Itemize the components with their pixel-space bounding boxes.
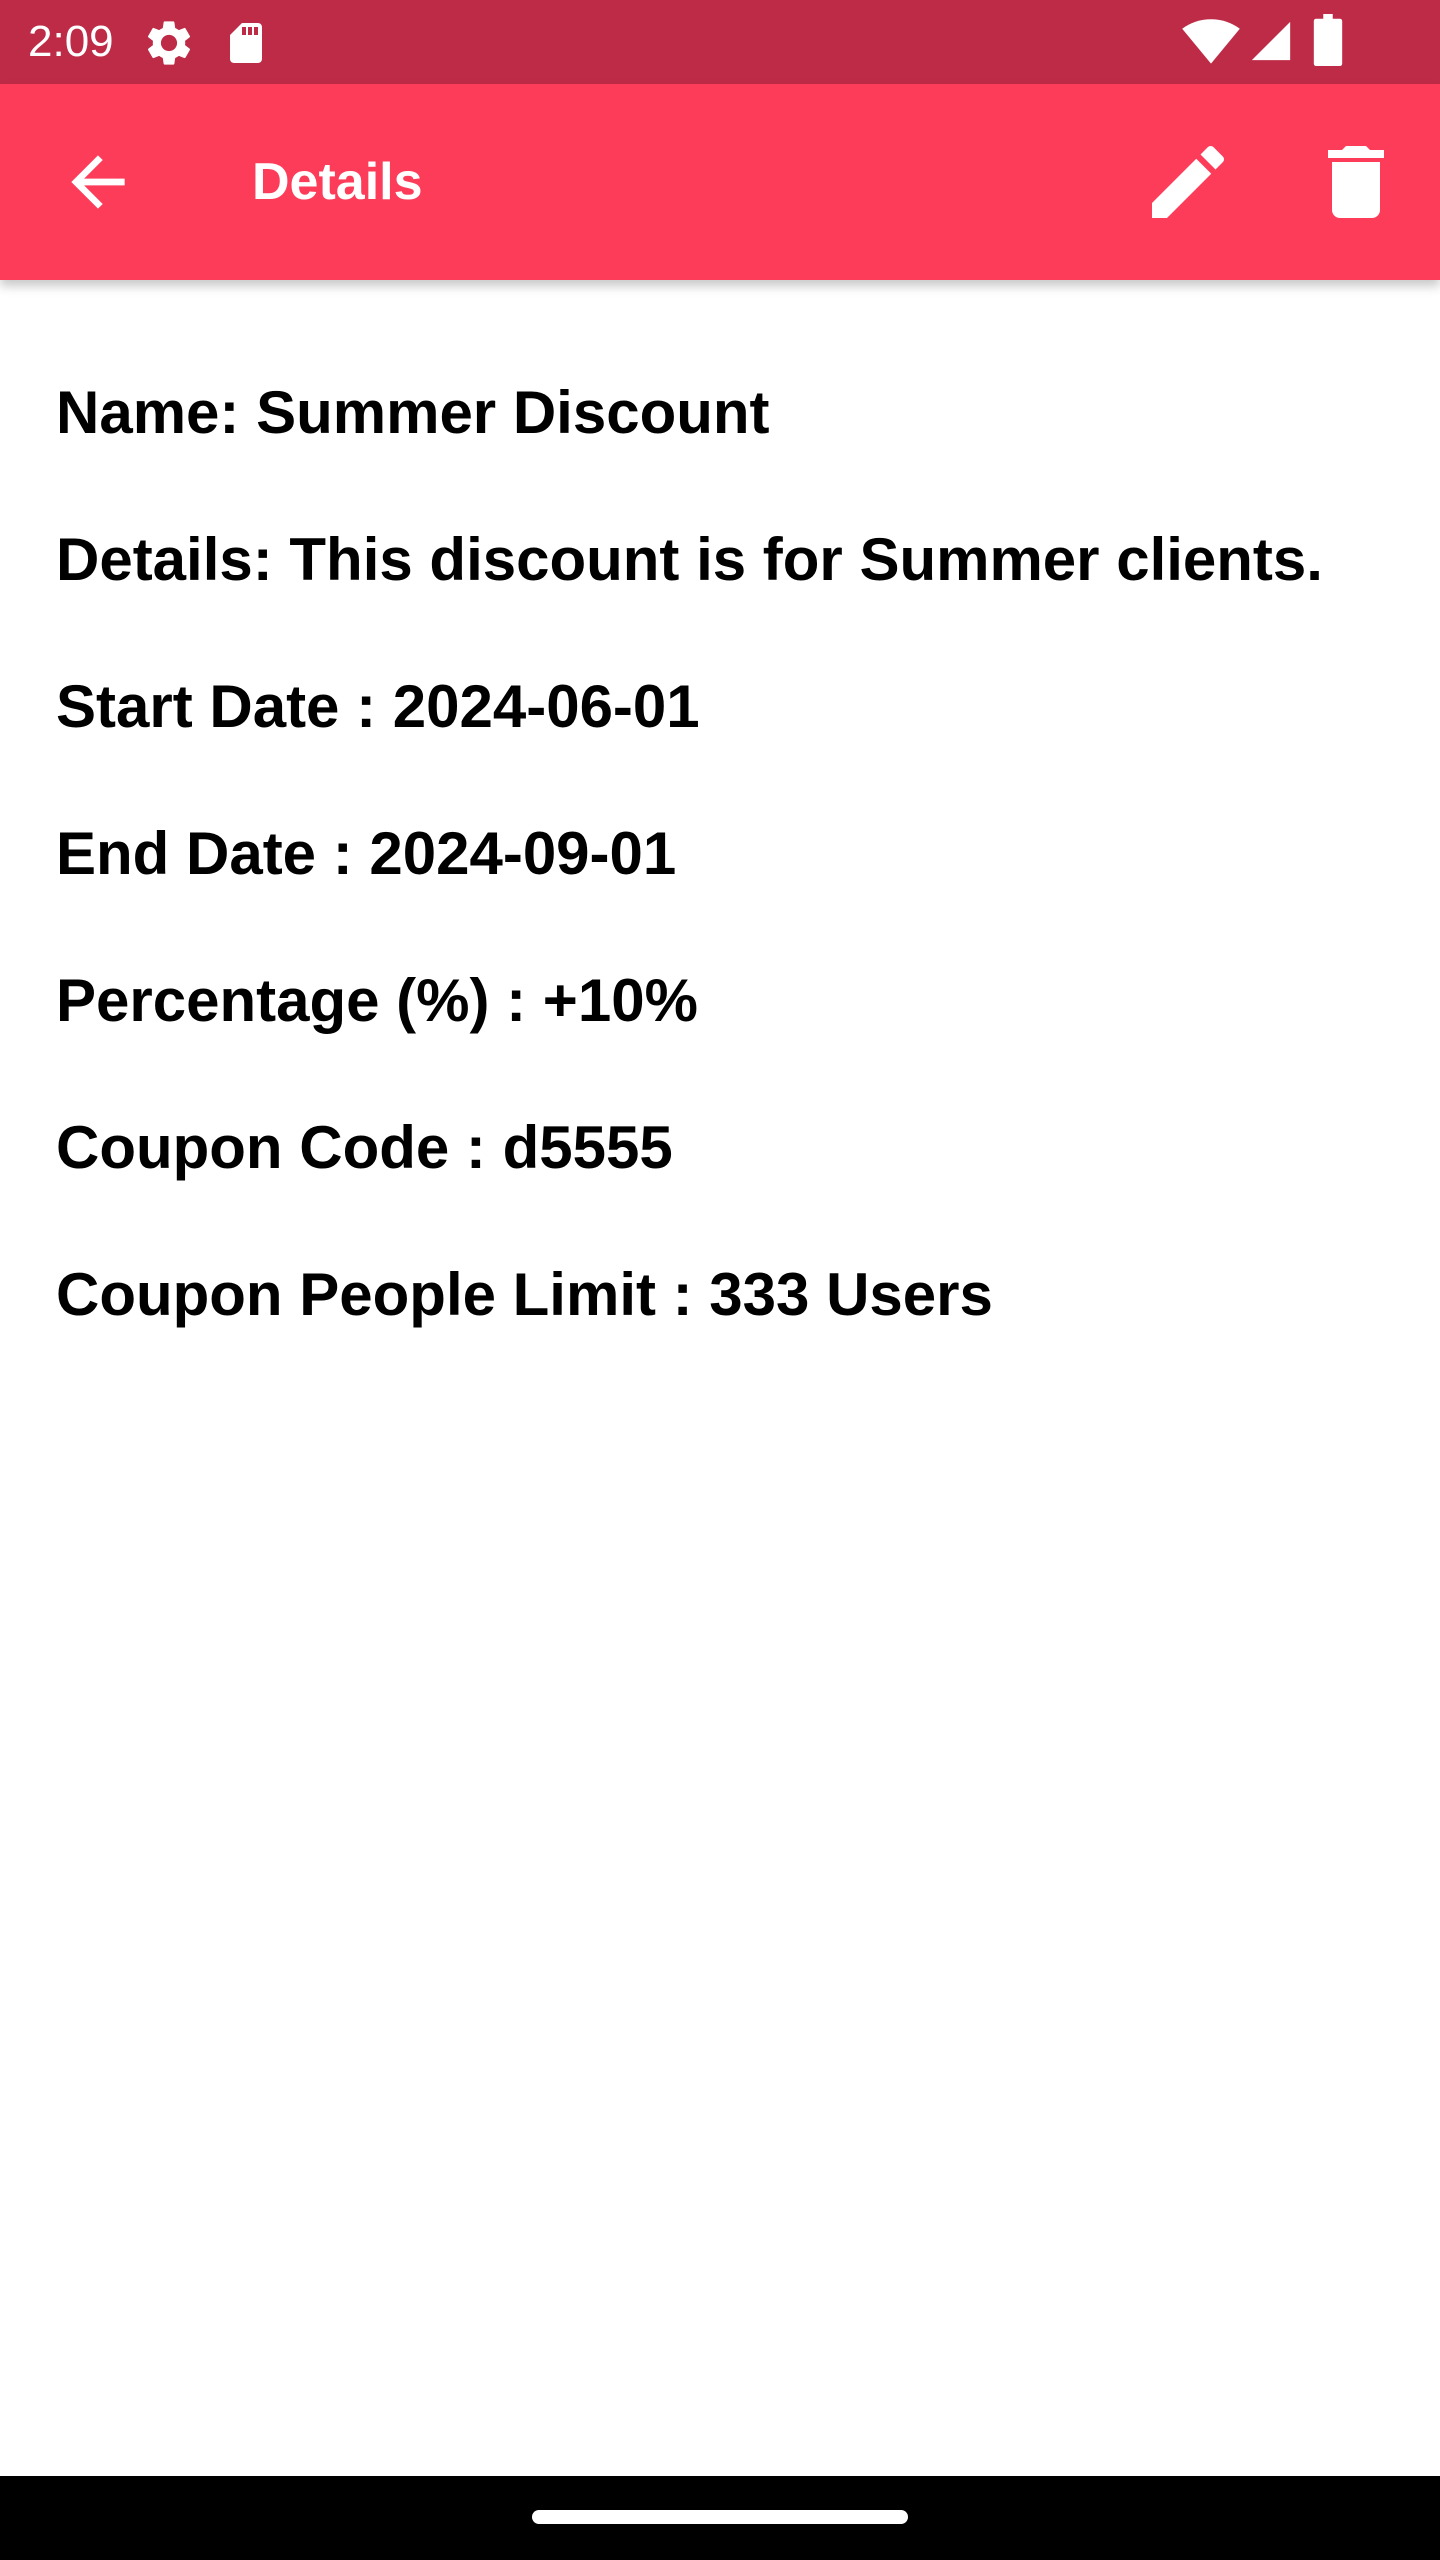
discount-details: Name: Summer Discount Details: This disc… bbox=[56, 368, 1396, 1397]
battery-icon bbox=[1313, 14, 1343, 66]
percentage: Percentage (%) : +10% bbox=[56, 967, 698, 1034]
sd-card-icon bbox=[230, 23, 262, 63]
arrow-back-icon bbox=[71, 155, 125, 209]
status-bar: 2:09 bbox=[0, 0, 1440, 84]
coupon-people-limit: Coupon People Limit : 333 Users bbox=[56, 1261, 993, 1328]
discount-name: Name: Summer Discount bbox=[56, 379, 770, 446]
cellular-signal-icon bbox=[1251, 21, 1291, 61]
system-navigation-bar bbox=[0, 2476, 1440, 2560]
delete-button[interactable] bbox=[1296, 122, 1416, 242]
pencil-icon bbox=[1152, 145, 1225, 218]
edit-button[interactable] bbox=[1128, 122, 1248, 242]
start-date: Start Date : 2024-06-01 bbox=[56, 673, 700, 740]
wifi-icon bbox=[1182, 19, 1240, 64]
settings-gear-icon bbox=[147, 21, 191, 65]
page-title: Details bbox=[252, 153, 423, 211]
status-time: 2:09 bbox=[28, 17, 114, 66]
discount-description: Details: This discount is for Summer cli… bbox=[56, 526, 1323, 593]
coupon-code: Coupon Code : d5555 bbox=[56, 1114, 673, 1181]
end-date: End Date : 2024-09-01 bbox=[56, 820, 677, 887]
home-gesture-handle[interactable] bbox=[532, 2510, 908, 2524]
app-bar: Details bbox=[0, 84, 1440, 280]
trash-icon bbox=[1328, 146, 1384, 218]
back-button[interactable] bbox=[38, 122, 158, 242]
